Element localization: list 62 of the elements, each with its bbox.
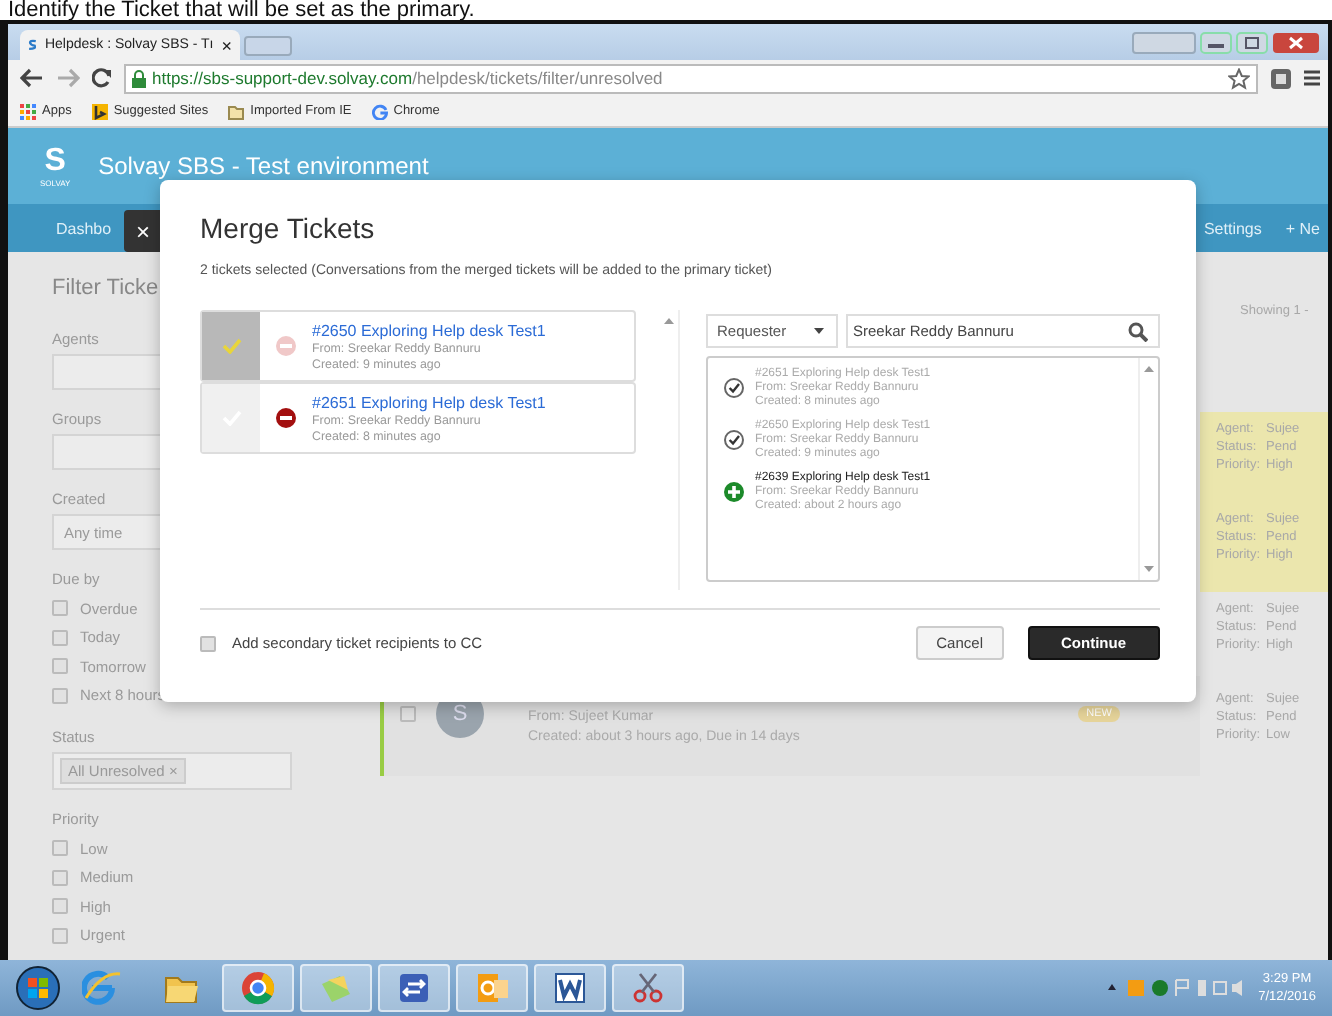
google-logo-icon (371, 103, 388, 119)
new-tab-button[interactable] (244, 36, 292, 56)
nav-link[interactable]: Settings (1203, 219, 1262, 237)
scroll-up-icon (1144, 366, 1154, 372)
folder-icon (228, 103, 245, 119)
url-host: https://sbs-support-dev.solvay.com (152, 68, 413, 88)
url-path: /helpdesk/tickets/filter/unresolved (412, 68, 663, 88)
taskbar-button[interactable] (612, 964, 684, 1012)
apps-grid-icon (20, 103, 36, 119)
search-icon (1128, 321, 1148, 341)
checkbox[interactable] (52, 840, 68, 857)
caption-text: Identify the Ticket that will be set as the primary. (6, 0, 477, 20)
outlook-logo-icon (472, 968, 512, 1008)
menu-icon[interactable] (1304, 68, 1320, 88)
checkbox[interactable] (52, 687, 68, 704)
caret-icon (813, 328, 823, 334)
star-icon[interactable] (1228, 67, 1250, 89)
ticket-link[interactable]: #2651 Exploring Help desk Test1 (312, 393, 546, 411)
chrome-logo-icon (238, 968, 278, 1008)
checkbox[interactable] (52, 629, 68, 646)
filter-title: Filter Ticke (52, 276, 159, 300)
check-icon (221, 338, 241, 354)
lock-icon (132, 69, 146, 87)
app-icon (394, 968, 434, 1008)
remove-icon (276, 408, 296, 428)
taskbar-button[interactable] (378, 964, 450, 1012)
back-icon[interactable] (20, 68, 44, 88)
checkbox[interactable] (52, 869, 68, 886)
checkbox[interactable] (52, 658, 68, 675)
scrollbar[interactable] (659, 310, 679, 590)
start-button-icon[interactable] (16, 966, 60, 1010)
ticket-link[interactable]: #2650 Exploring Help desk Test1 (312, 321, 546, 339)
checkbox[interactable] (52, 898, 68, 915)
reload-icon[interactable] (92, 68, 112, 88)
extension-icon[interactable] (1270, 67, 1292, 89)
close-button[interactable]: × (124, 210, 162, 252)
tab-close-button[interactable]: × (221, 35, 232, 55)
checkbox[interactable] (200, 635, 216, 651)
bing-logo-icon (91, 103, 108, 119)
minimize-icon[interactable] (1200, 31, 1232, 53)
nav-link[interactable]: Dashbo (56, 219, 112, 237)
checkbox[interactable] (52, 600, 68, 617)
forward-icon[interactable] (56, 68, 80, 88)
app-title: Solvay SBS - Test environment (98, 152, 429, 180)
taskbar-button[interactable] (222, 964, 294, 1012)
logo-icon (28, 36, 37, 54)
nav-link[interactable]: + Ne (1285, 219, 1320, 237)
remove-icon (276, 336, 296, 356)
ie-logo-icon (82, 968, 122, 1008)
tray-icons[interactable] (1104, 978, 1245, 998)
close-icon[interactable] (1272, 31, 1320, 53)
scrollbar[interactable] (1138, 358, 1158, 580)
word-logo-icon (550, 968, 590, 1008)
taskbar-button[interactable] (534, 964, 606, 1012)
address-bar[interactable]: https://sbs-support-dev.solvay.com/helpdesk/tickets/filter/unresolved (124, 63, 1258, 93)
dialog-title: Merge Tickets (200, 212, 377, 244)
checkbox[interactable] (400, 706, 416, 722)
scroll-up-icon (663, 318, 673, 324)
maximize-icon[interactable] (1236, 31, 1268, 53)
scissors-icon (628, 968, 668, 1008)
checkbox[interactable] (52, 927, 68, 944)
scroll-down-icon (1144, 566, 1154, 572)
